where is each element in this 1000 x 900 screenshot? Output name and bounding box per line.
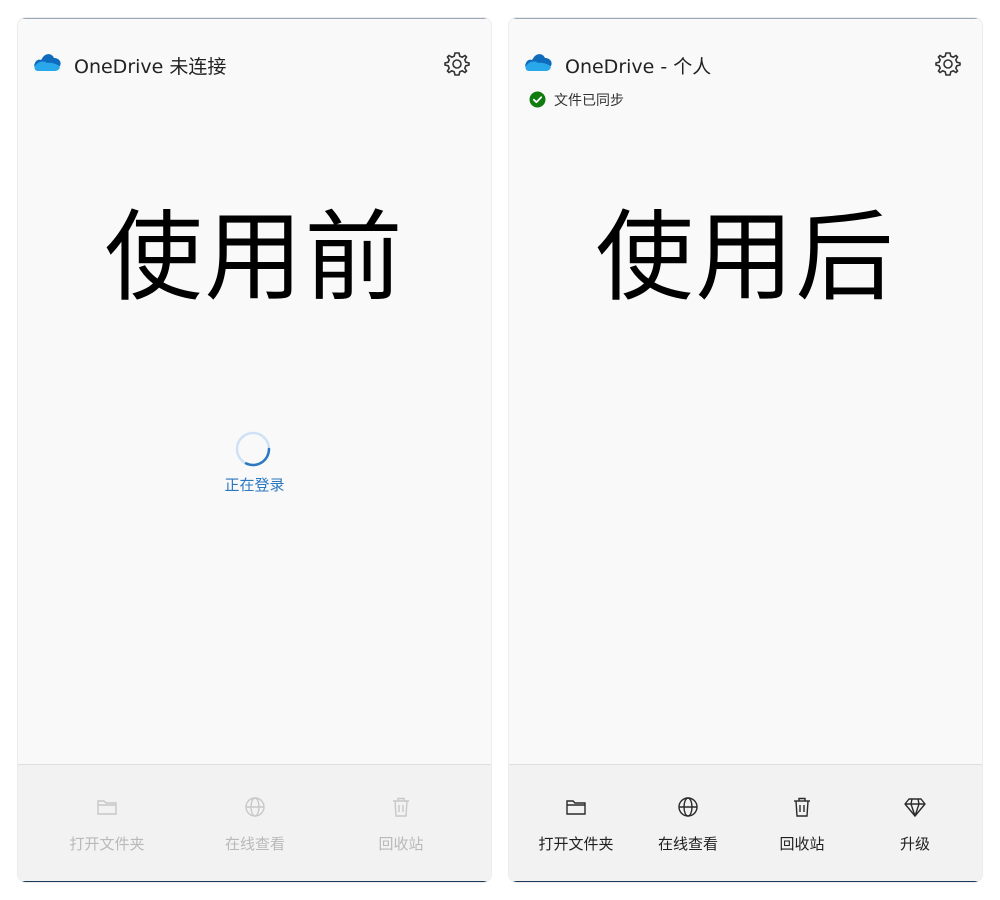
onedrive-cloud-icon: [34, 54, 61, 71]
panel-header: OneDrive 未连接: [32, 48, 477, 80]
sync-status-text: 文件已同步: [554, 93, 624, 109]
panel-header: OneDrive - 个人: [523, 48, 968, 80]
folder-icon: [97, 800, 117, 815]
recycle-bin-button[interactable]: 回收站: [743, 765, 861, 881]
recycle-bin-button[interactable]: 回收站: [342, 765, 460, 881]
upgrade-label: 升级: [899, 835, 930, 853]
recycle-bin-label: 回收站: [779, 835, 825, 853]
view-online-label: 在线查看: [657, 835, 718, 853]
check-circle-icon: [529, 91, 546, 108]
globe-icon: [678, 797, 698, 817]
open-folder-button[interactable]: 打开文件夹: [48, 765, 166, 881]
view-online-button[interactable]: 在线查看: [196, 765, 314, 881]
globe-icon: [245, 797, 265, 817]
caption-after: 使用后: [595, 201, 896, 315]
folder-icon: [566, 800, 586, 815]
settings-gear-icon[interactable]: [934, 50, 962, 78]
trash-icon: [393, 797, 409, 817]
open-folder-label: 打开文件夹: [69, 835, 145, 853]
trash-icon: [794, 797, 810, 817]
footer-toolbar: 打开文件夹 在线查看 回收站: [18, 764, 491, 882]
diamond-icon: [904, 798, 926, 817]
upgrade-button[interactable]: 升级: [856, 765, 974, 881]
signing-in-text: 正在登录: [224, 476, 285, 494]
loading-spinner-icon: [235, 431, 271, 467]
view-online-label: 在线查看: [224, 835, 285, 853]
app-title: OneDrive 未连接: [74, 56, 227, 78]
onedrive-cloud-icon: [525, 54, 552, 71]
recycle-bin-label: 回收站: [378, 835, 424, 853]
open-folder-label: 打开文件夹: [538, 835, 614, 853]
view-online-button[interactable]: 在线查看: [629, 765, 747, 881]
app-title: OneDrive - 个人: [565, 56, 712, 78]
caption-before: 使用前: [104, 201, 405, 315]
open-folder-button[interactable]: 打开文件夹: [517, 765, 635, 881]
onedrive-panel-after: OneDrive - 个人 文件已同步 使用后 打开文件夹 在线查看 回收站 升…: [509, 18, 982, 882]
settings-gear-icon[interactable]: [443, 50, 471, 78]
onedrive-panel-before: OneDrive 未连接 使用前 正在登录 打开文件夹 在线查看 回收站: [18, 18, 491, 882]
footer-toolbar: 打开文件夹 在线查看 回收站 升级: [509, 764, 982, 882]
